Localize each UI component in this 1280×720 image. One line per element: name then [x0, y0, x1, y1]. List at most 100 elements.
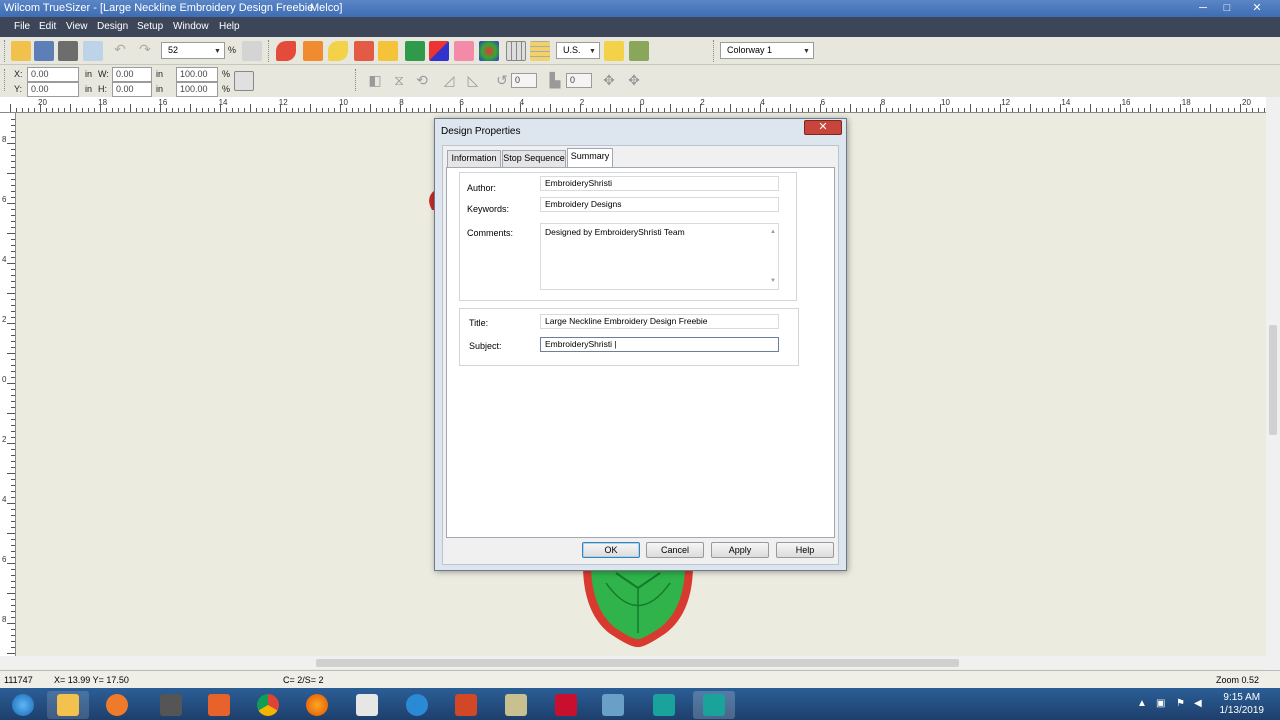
zoom-list-icon[interactable] [242, 41, 262, 61]
print-preview-icon[interactable] [83, 41, 103, 61]
units-dropdown[interactable]: U.S. ▼ [556, 42, 600, 59]
menu-file[interactable]: File [14, 21, 30, 32]
hoop-grid-icon[interactable] [530, 41, 550, 61]
height-input[interactable]: 0.00 [112, 82, 152, 97]
close-window-icon[interactable]: ✕ [1246, 1, 1268, 15]
taskbar-app-4[interactable] [198, 691, 240, 719]
help-button[interactable]: Help [776, 542, 834, 558]
tab-stop-sequence[interactable]: Stop Sequence [502, 150, 566, 167]
print-icon[interactable] [58, 41, 78, 61]
color-shapes-icon[interactable] [429, 41, 449, 61]
taskbar-app-3[interactable] [150, 691, 192, 719]
thread-icon[interactable] [454, 41, 474, 61]
vertical-ruler[interactable]: 8 6 4 2 0 2 4 6 8 [0, 113, 16, 658]
system-clock[interactable]: 9:15 AM 1/13/2019 [1220, 691, 1265, 717]
undo-icon[interactable]: ↶ [110, 41, 130, 61]
horizontal-scrollbar[interactable] [0, 656, 1266, 669]
start-button[interactable] [2, 691, 44, 719]
taskbar-media-player[interactable] [96, 691, 138, 719]
height-percent-input[interactable]: 100.00 [176, 82, 218, 97]
tab-summary[interactable]: Summary [567, 148, 613, 168]
tab-information[interactable]: Information [447, 150, 501, 167]
show-hidden-icons[interactable]: ▲ [1137, 698, 1147, 709]
window-titlebar[interactable]: Wilcom TrueSizer - [Large Neckline Embro… [0, 0, 1280, 17]
save-icon[interactable] [34, 41, 54, 61]
rotate-angle-icon[interactable]: ↺ [493, 71, 511, 89]
align-icon[interactable]: ✥ [600, 71, 618, 89]
cancel-button[interactable]: Cancel [646, 542, 704, 558]
slant-icon[interactable]: ▙ [546, 71, 564, 89]
outline-object-icon[interactable] [328, 41, 348, 61]
subject-field[interactable]: EmbroideryShristi | [540, 337, 779, 352]
lock-proportions-icon[interactable] [234, 71, 254, 91]
keywords-field[interactable]: Embroidery Designs [540, 197, 779, 212]
maximize-icon[interactable]: □ [1216, 1, 1238, 15]
colorway-dropdown[interactable]: Colorway 1 ▼ [720, 42, 814, 59]
menu-edit[interactable]: Edit [39, 21, 56, 32]
toolbar-grip[interactable] [713, 40, 717, 62]
width-percent-input[interactable]: 100.00 [176, 67, 218, 82]
vruler-tick [7, 443, 15, 444]
taskbar-firefox[interactable] [296, 691, 338, 719]
toolbar-grip[interactable] [4, 69, 8, 91]
vertical-scrollbar[interactable] [1266, 97, 1280, 672]
toolbar-grip[interactable] [268, 40, 272, 62]
toolbar-grip[interactable] [355, 69, 359, 91]
skew-icon[interactable]: ◿ [440, 71, 458, 89]
scroll-down-icon[interactable]: ▼ [770, 274, 776, 288]
flag-icon[interactable]: ⚑ [1176, 698, 1185, 709]
horizontal-scroll-thumb[interactable] [316, 659, 959, 667]
column-icon[interactable] [378, 41, 398, 61]
taskbar-notepad[interactable] [346, 691, 388, 719]
redo-icon[interactable]: ↷ [135, 41, 155, 61]
menu-setup[interactable]: Setup [137, 21, 163, 32]
rotate-icon[interactable]: ⟲ [413, 71, 431, 89]
taskbar-file-explorer[interactable] [47, 691, 89, 719]
rotate-angle-input[interactable]: 0 [511, 73, 537, 88]
apply-button[interactable]: Apply [711, 542, 769, 558]
taskbar-chrome[interactable] [247, 691, 289, 719]
x-input[interactable]: 0.00 [27, 67, 79, 82]
author-field[interactable]: EmbroideryShristi [540, 176, 779, 191]
width-input[interactable]: 0.00 [112, 67, 152, 82]
scroll-up-icon[interactable]: ▲ [770, 225, 776, 239]
satin-object-icon[interactable] [276, 41, 296, 61]
skew-vertical-icon[interactable]: ◺ [464, 71, 482, 89]
colors-icon[interactable] [479, 41, 499, 61]
toolbar-grip[interactable] [4, 40, 8, 62]
measure-icon[interactable] [604, 41, 624, 61]
volume-icon[interactable]: ◀ [1194, 698, 1202, 709]
vruler-tick [11, 149, 15, 150]
vertical-scroll-thumb[interactable] [1269, 325, 1277, 435]
network-icon[interactable]: ▣ [1156, 698, 1165, 709]
comments-textarea[interactable]: Designed by EmbroideryShristi Team ▲ ▼ [540, 223, 779, 290]
mirror-horizontal-icon[interactable]: ◧ [366, 71, 384, 89]
title-field[interactable]: Large Neckline Embroidery Design Freebie [540, 314, 779, 329]
mirror-vertical-icon[interactable]: ⧖ [390, 71, 408, 89]
taskbar-app-10[interactable] [495, 691, 537, 719]
dialog-close-button[interactable]: ✕ [804, 120, 842, 135]
slant-angle-input[interactable]: 0 [566, 73, 592, 88]
taskbar-truesizer-1[interactable] [643, 691, 685, 719]
picture-icon[interactable] [405, 41, 425, 61]
stitch-player-icon[interactable] [629, 41, 649, 61]
zoom-dropdown[interactable]: 52 ▼ [161, 42, 225, 59]
grid-icon[interactable] [506, 41, 526, 61]
open-folder-icon[interactable] [11, 41, 31, 61]
menu-window[interactable]: Window [173, 21, 209, 32]
y-input[interactable]: 0.00 [27, 82, 79, 97]
taskbar-internet-explorer[interactable] [396, 691, 438, 719]
menu-view[interactable]: View [66, 21, 88, 32]
menu-help[interactable]: Help [219, 21, 240, 32]
taskbar-app-12[interactable] [592, 691, 634, 719]
taskbar-app-11[interactable] [545, 691, 587, 719]
taskbar-truesizer-2[interactable] [693, 691, 735, 719]
minimize-icon[interactable]: ─ [1192, 1, 1214, 15]
distribute-icon[interactable]: ✥ [625, 71, 643, 89]
running-stitch-icon[interactable] [354, 41, 374, 61]
fill-object-icon[interactable] [303, 41, 323, 61]
taskbar-powerpoint[interactable] [445, 691, 487, 719]
menu-design[interactable]: Design [97, 21, 128, 32]
horizontal-ruler[interactable]: 20 18 16 14 12 10 8 6 4 2 0 2 4 6 8 10 12 14 16 18 20 [0, 97, 1280, 113]
ok-button[interactable]: OK [582, 542, 640, 558]
